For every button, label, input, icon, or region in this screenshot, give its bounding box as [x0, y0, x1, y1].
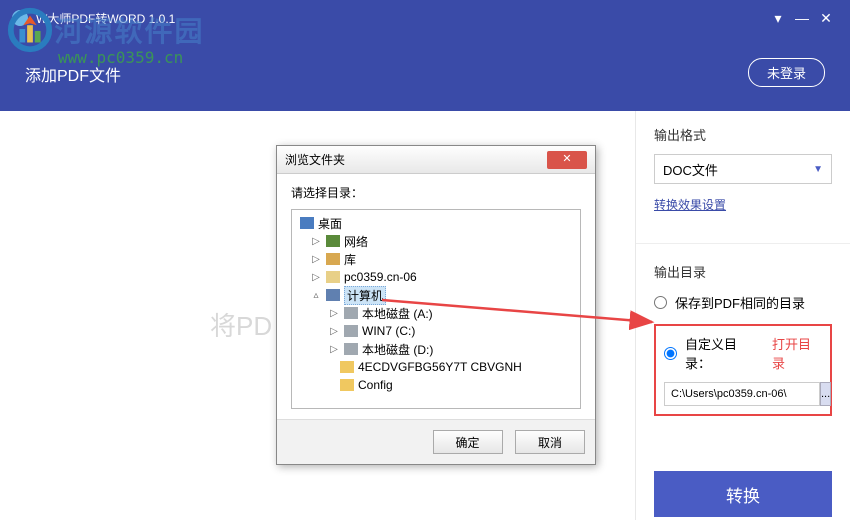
tree-disk-c[interactable]: ▷WIN7 (C:) — [296, 322, 576, 340]
drop-hint-text: 将PD — [210, 306, 272, 343]
app-logo-icon — [12, 10, 28, 26]
collapse-icon[interactable]: ▵ — [310, 290, 322, 301]
disk-icon — [344, 325, 358, 337]
disk-icon — [344, 343, 358, 355]
minimize-icon[interactable]: — — [790, 10, 814, 26]
dialog-close-button[interactable]: ✕ — [547, 151, 587, 169]
dialog-titlebar[interactable]: 浏览文件夹 ✕ — [277, 146, 595, 174]
expand-icon[interactable]: ▷ — [328, 308, 340, 319]
login-button[interactable]: 未登录 — [748, 58, 825, 87]
convert-button[interactable]: 转换 — [654, 471, 832, 517]
open-dir-link[interactable]: 打开目录 — [772, 334, 822, 372]
folder-icon — [340, 379, 354, 391]
radio-same-input[interactable] — [654, 296, 667, 309]
radio-custom-input[interactable] — [664, 347, 677, 360]
add-pdf-button[interactable]: 添加PDF文件 — [25, 62, 121, 86]
network-icon — [326, 235, 340, 247]
titlebar: W大师PDF转WORD 1.0.1 ▾ — ✕ — [0, 0, 850, 36]
desktop-icon — [300, 217, 314, 229]
close-icon[interactable]: ✕ — [814, 10, 838, 27]
header-bar: 添加PDF文件 未登录 — [0, 36, 850, 111]
output-dir-label: 输出目录 — [654, 262, 832, 281]
ok-button[interactable]: 确定 — [433, 430, 503, 454]
app-title: W大师PDF转WORD 1.0.1 — [36, 10, 766, 27]
computer-icon — [326, 289, 340, 301]
divider — [636, 243, 850, 244]
expand-icon[interactable]: ▷ — [310, 254, 322, 265]
folder-tree[interactable]: 桌面 ▷网络 ▷库 ▷pc0359.cn-06 ▵计算机 ▷本地磁盘 (A:) … — [291, 209, 581, 409]
tree-disk-a[interactable]: ▷本地磁盘 (A:) — [296, 304, 576, 322]
folder-icon — [340, 361, 354, 373]
output-format-label: 输出格式 — [654, 125, 832, 144]
tree-desktop[interactable]: 桌面 — [296, 214, 576, 232]
tree-computer[interactable]: ▵计算机 — [296, 286, 576, 304]
browse-button[interactable]: ... — [820, 382, 831, 406]
settings-panel: 输出格式 DOC文件 ▼ 转换效果设置 输出目录 保存到PDF相同的目录 自定义… — [635, 111, 850, 520]
radio-custom-dir[interactable]: 自定义目录： 打开目录 — [664, 334, 822, 372]
output-path-input[interactable] — [664, 382, 820, 406]
cancel-button[interactable]: 取消 — [515, 430, 585, 454]
tree-network[interactable]: ▷网络 — [296, 232, 576, 250]
user-icon — [326, 271, 340, 283]
effect-settings-link[interactable]: 转换效果设置 — [654, 198, 726, 212]
expand-icon[interactable]: ▷ — [328, 344, 340, 355]
tree-folder-2[interactable]: Config — [296, 376, 576, 394]
chevron-down-icon: ▼ — [813, 164, 823, 175]
browse-folder-dialog: 浏览文件夹 ✕ 请选择目录： 桌面 ▷网络 ▷库 ▷pc0359.cn-06 ▵… — [276, 145, 596, 465]
library-icon — [326, 253, 340, 265]
expand-icon[interactable]: ▷ — [310, 236, 322, 247]
custom-dir-box: 自定义目录： 打开目录 ... — [654, 324, 832, 416]
expand-icon[interactable]: ▷ — [310, 272, 322, 283]
dialog-prompt: 请选择目录： — [291, 184, 581, 201]
dialog-footer: 确定 取消 — [277, 419, 595, 464]
dialog-title-text: 浏览文件夹 — [285, 151, 547, 168]
disk-icon — [344, 307, 358, 319]
tree-folder-1[interactable]: 4ECDVGFBG56Y7T CBVGNH — [296, 358, 576, 376]
tree-disk-d[interactable]: ▷本地磁盘 (D:) — [296, 340, 576, 358]
tree-user[interactable]: ▷pc0359.cn-06 — [296, 268, 576, 286]
format-value: DOC文件 — [663, 160, 718, 179]
expand-icon[interactable]: ▷ — [328, 326, 340, 337]
menu-icon[interactable]: ▾ — [766, 10, 790, 27]
tree-library[interactable]: ▷库 — [296, 250, 576, 268]
output-format-select[interactable]: DOC文件 ▼ — [654, 154, 832, 184]
radio-same-dir[interactable]: 保存到PDF相同的目录 — [654, 293, 832, 312]
